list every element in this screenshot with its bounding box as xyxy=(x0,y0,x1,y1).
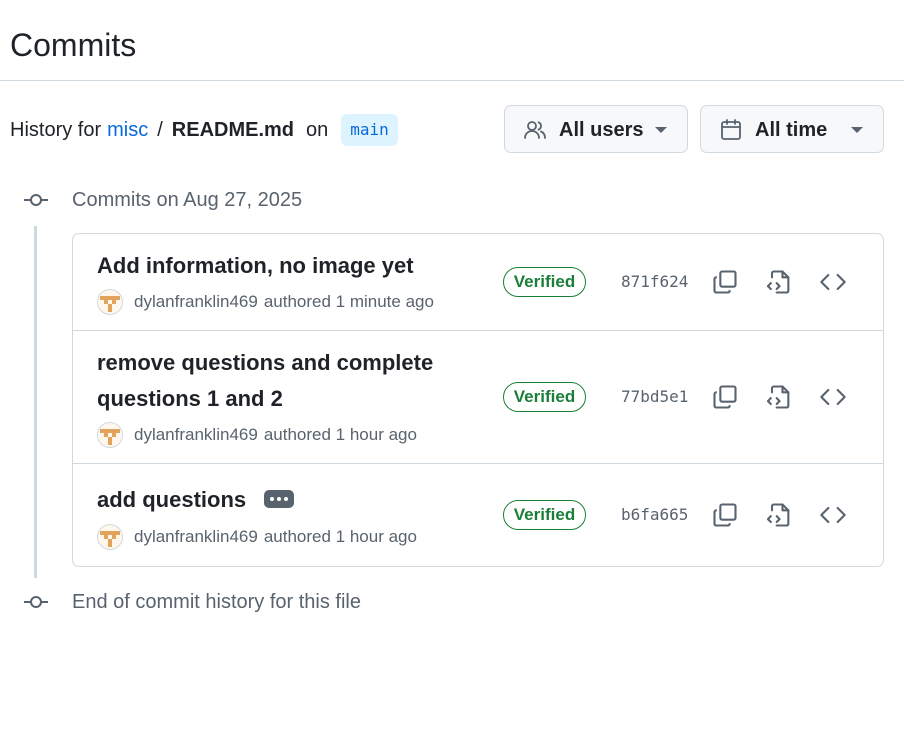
history-breadcrumb: History for misc / README.md on main xyxy=(10,114,398,146)
commit-meta: dylanfranklin469 authored 1 hour ago xyxy=(97,422,417,448)
calendar-icon xyxy=(721,119,741,140)
history-prefix: History for xyxy=(10,118,102,141)
commit-time: authored 1 hour ago xyxy=(263,425,417,444)
commit-title-link[interactable]: add questions xyxy=(97,482,246,518)
commit-group-icon xyxy=(24,193,48,207)
identicon-icon xyxy=(100,429,120,445)
commit-meta: dylanfranklin469 authored 1 hour ago xyxy=(97,524,417,550)
commit-time: authored 1 hour ago xyxy=(263,527,417,546)
page-header: Commits xyxy=(0,0,904,81)
commit-title-line: remove questions and complete xyxy=(97,350,434,375)
chevron-down-icon xyxy=(851,127,863,133)
file-code-icon[interactable] xyxy=(765,501,793,529)
all-time-label: All time xyxy=(755,119,828,141)
file-code-icon[interactable] xyxy=(765,268,793,296)
commit-time: authored 1 minute ago xyxy=(263,292,434,311)
identicon-icon xyxy=(100,531,120,547)
commit-title-link[interactable]: Add information, no image yet xyxy=(97,248,414,284)
avatar[interactable] xyxy=(97,422,123,448)
commit-sha[interactable]: b6fa665 xyxy=(621,505,688,525)
expand-message-button[interactable] xyxy=(264,490,294,508)
on-label: on xyxy=(306,118,329,141)
history-end-icon xyxy=(24,595,48,609)
commit-list: Add information, no image yet dylanfrank… xyxy=(72,233,884,567)
author-link[interactable]: dylanfranklin469 xyxy=(134,292,258,312)
commit-sha[interactable]: 871f624 xyxy=(621,272,688,292)
verified-badge[interactable]: Verified xyxy=(503,382,586,412)
timeline-dot xyxy=(30,194,42,206)
history-end-label: End of commit history for this file xyxy=(72,591,361,613)
commit-title-line: questions 1 and 2 xyxy=(97,386,283,411)
avatar[interactable] xyxy=(97,524,123,550)
chevron-down-icon xyxy=(655,127,667,133)
author-link[interactable]: dylanfranklin469 xyxy=(134,527,258,547)
copy-icon[interactable] xyxy=(711,501,739,529)
file-code-icon[interactable] xyxy=(765,383,793,411)
dot-icon xyxy=(284,497,288,501)
copy-icon[interactable] xyxy=(711,383,739,411)
dot-icon xyxy=(277,497,281,501)
dot-icon xyxy=(270,497,274,501)
copy-icon[interactable] xyxy=(711,268,739,296)
commit-row: Add information, no image yet dylanfrank… xyxy=(73,234,883,331)
all-users-button[interactable]: All users xyxy=(504,105,688,153)
people-icon xyxy=(524,121,546,139)
path-separator: / xyxy=(157,118,163,141)
timeline-rail xyxy=(34,226,37,578)
timeline-dot xyxy=(30,596,42,608)
commit-title-link[interactable]: remove questions and complete questions … xyxy=(97,345,433,417)
verified-badge[interactable]: Verified xyxy=(503,267,586,297)
identicon-icon xyxy=(100,296,120,312)
code-icon[interactable] xyxy=(819,383,847,411)
verified-badge[interactable]: Verified xyxy=(503,500,586,530)
avatar[interactable] xyxy=(97,289,123,315)
commit-title-line: Add information, no image yet xyxy=(97,253,414,278)
code-icon[interactable] xyxy=(819,268,847,296)
commit-meta: dylanfranklin469 authored 1 minute ago xyxy=(97,289,434,315)
file-name: README.md xyxy=(171,118,295,141)
author-link[interactable]: dylanfranklin469 xyxy=(134,425,258,445)
all-time-button[interactable]: All time xyxy=(700,105,884,153)
commit-title-line: add questions xyxy=(97,487,247,512)
commit-sha[interactable]: 77bd5e1 xyxy=(621,387,688,407)
commit-row: add questions dylanfranklin469 authored … xyxy=(73,464,883,566)
code-icon[interactable] xyxy=(819,501,847,529)
repo-link[interactable]: misc xyxy=(107,119,148,142)
commit-row: remove questions and complete questions … xyxy=(73,331,883,464)
commit-group-date: Commits on Aug 27, 2025 xyxy=(72,189,303,211)
branch-badge[interactable]: main xyxy=(341,114,398,146)
page-title: Commits xyxy=(10,27,137,63)
all-users-label: All users xyxy=(559,119,644,141)
